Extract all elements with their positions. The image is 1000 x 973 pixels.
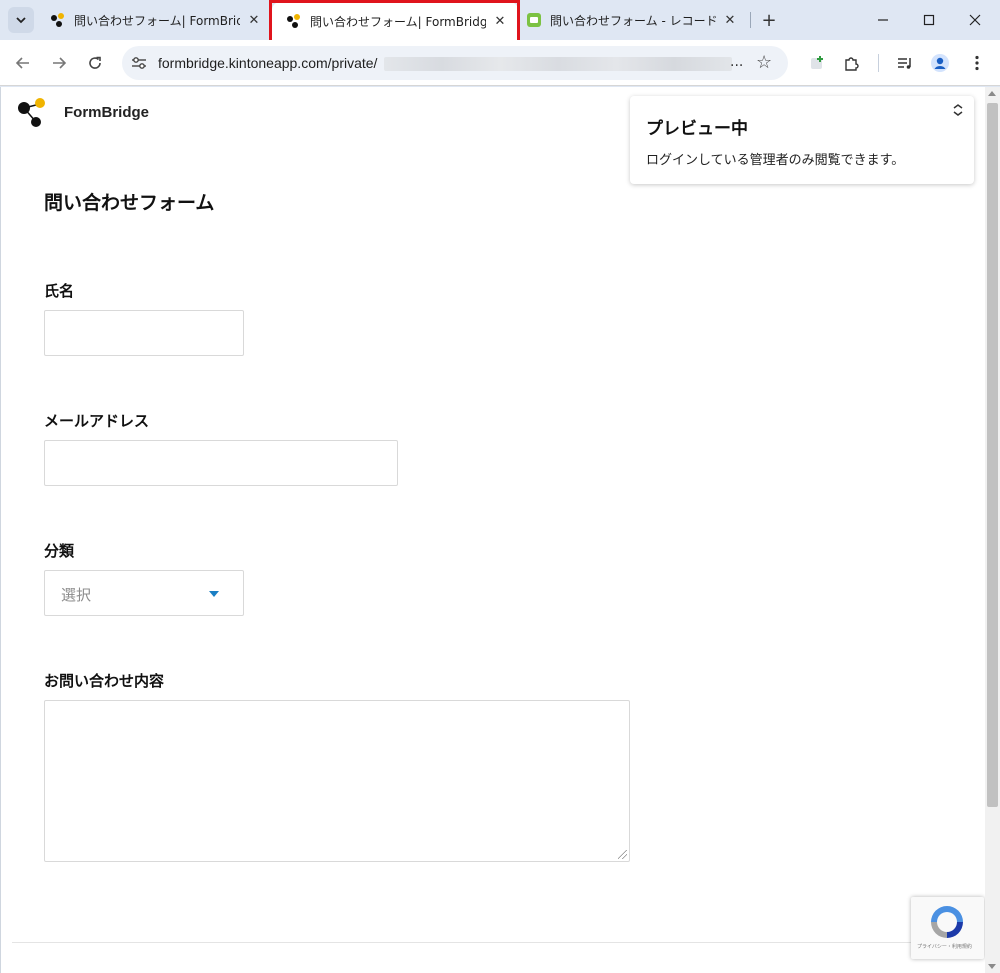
media-control-button[interactable] (892, 50, 918, 76)
tab-kintone-records[interactable]: 問い合わせフォーム - レコードの一覧 ✕ (524, 4, 746, 36)
profile-button[interactable] (927, 50, 953, 76)
address-bar[interactable]: formbridge.kintoneapp.com/private/ ... ☆ (122, 46, 788, 80)
kintone-icon (527, 13, 541, 27)
maximize-button[interactable] (906, 6, 952, 34)
formbridge-logo-icon (51, 13, 64, 27)
extension-add-button[interactable] (804, 50, 830, 76)
form-title: 問い合わせフォーム (44, 192, 215, 214)
tab-title: 問い合わせフォーム - レコードの一覧 (550, 13, 716, 28)
site-settings-icon[interactable] (130, 54, 148, 72)
tab-formbridge-1[interactable]: 問い合わせフォーム| FormBridge ✕ (48, 4, 270, 36)
recaptcha-privacy-text[interactable]: プライバシー・利用規約 (917, 943, 972, 950)
url-text: formbridge.kintoneapp.com/private/ (158, 55, 378, 71)
tab-formbridge-active[interactable]: 問い合わせフォーム| FormBridge ✕ (272, 2, 518, 40)
category-select[interactable]: 選択 (44, 570, 244, 616)
more-vertical-icon (975, 55, 979, 71)
arrow-right-icon (53, 57, 67, 69)
new-tab-button[interactable]: + (758, 9, 780, 31)
extensions-button[interactable] (838, 50, 864, 76)
tab-title: 問い合わせフォーム| FormBridge (310, 14, 486, 29)
name-input[interactable] (44, 310, 244, 356)
collapse-icon (953, 104, 963, 116)
inquiry-textarea[interactable] (44, 700, 630, 862)
collapse-preview-button[interactable] (950, 102, 966, 118)
browser-toolbar: formbridge.kintoneapp.com/private/ ... ☆ (0, 40, 1000, 86)
puzzle-icon (845, 57, 859, 71)
caret-down-icon (209, 591, 219, 597)
recaptcha-badge[interactable]: プライバシー・利用規約 (911, 897, 984, 959)
close-tab-icon[interactable]: ✕ (246, 12, 262, 28)
arrow-left-icon (15, 57, 29, 69)
avatar-icon (931, 54, 949, 72)
close-tab-icon[interactable]: ✕ (492, 13, 508, 29)
chevron-down-icon (16, 17, 26, 24)
minimize-icon (878, 19, 888, 21)
preview-notice: プレビュー中 ログインしている管理者のみ閲覧できます。 (630, 96, 974, 184)
scrollbar-thumb[interactable] (987, 103, 998, 807)
email-input[interactable] (44, 440, 398, 486)
browser-menu-button[interactable] (964, 50, 990, 76)
close-icon (969, 14, 981, 26)
tab-title: 問い合わせフォーム| FormBridge (74, 13, 240, 28)
toolbar-separator (878, 54, 879, 72)
page-scrollbar[interactable] (985, 87, 1000, 973)
formbridge-logo-icon (287, 14, 300, 28)
back-button[interactable] (10, 50, 36, 76)
tab-strip: 問い合わせフォーム| FormBridge ✕ 問い合わせフォーム| FormB… (0, 0, 1000, 43)
brand-header: FormBridge (16, 96, 149, 128)
forward-button[interactable] (46, 50, 72, 76)
formbridge-logo-icon (18, 98, 45, 127)
category-label: 分類 (44, 542, 75, 560)
page-divider (12, 942, 984, 943)
email-label: メールアドレス (44, 412, 150, 430)
brand-name: FormBridge (64, 103, 150, 121)
tab-search-button[interactable] (8, 7, 34, 33)
inquiry-label: お問い合わせ内容 (44, 672, 165, 690)
bookmark-star-icon[interactable]: ☆ (756, 52, 772, 73)
extension-plus-icon (811, 56, 823, 69)
preview-message: ログインしている管理者のみ閲覧できます。 (646, 153, 905, 168)
maximize-icon (923, 14, 935, 26)
reload-button[interactable] (82, 50, 108, 76)
preview-title: プレビュー中 (646, 119, 748, 139)
url-redacted-area (384, 57, 732, 71)
reload-icon (89, 56, 101, 69)
scroll-down-icon[interactable] (988, 964, 996, 969)
name-label: 氏名 (44, 282, 75, 300)
media-queue-icon (898, 58, 911, 69)
url-ellipsis: ... (730, 54, 744, 70)
close-tab-icon[interactable]: ✕ (722, 12, 738, 28)
resize-handle-icon[interactable] (618, 850, 627, 859)
minimize-button[interactable] (860, 6, 906, 34)
recaptcha-icon (931, 906, 963, 938)
category-placeholder: 選択 (61, 586, 92, 604)
tab-separator (750, 12, 751, 28)
close-window-button[interactable] (952, 6, 998, 34)
scroll-up-icon[interactable] (988, 91, 996, 96)
